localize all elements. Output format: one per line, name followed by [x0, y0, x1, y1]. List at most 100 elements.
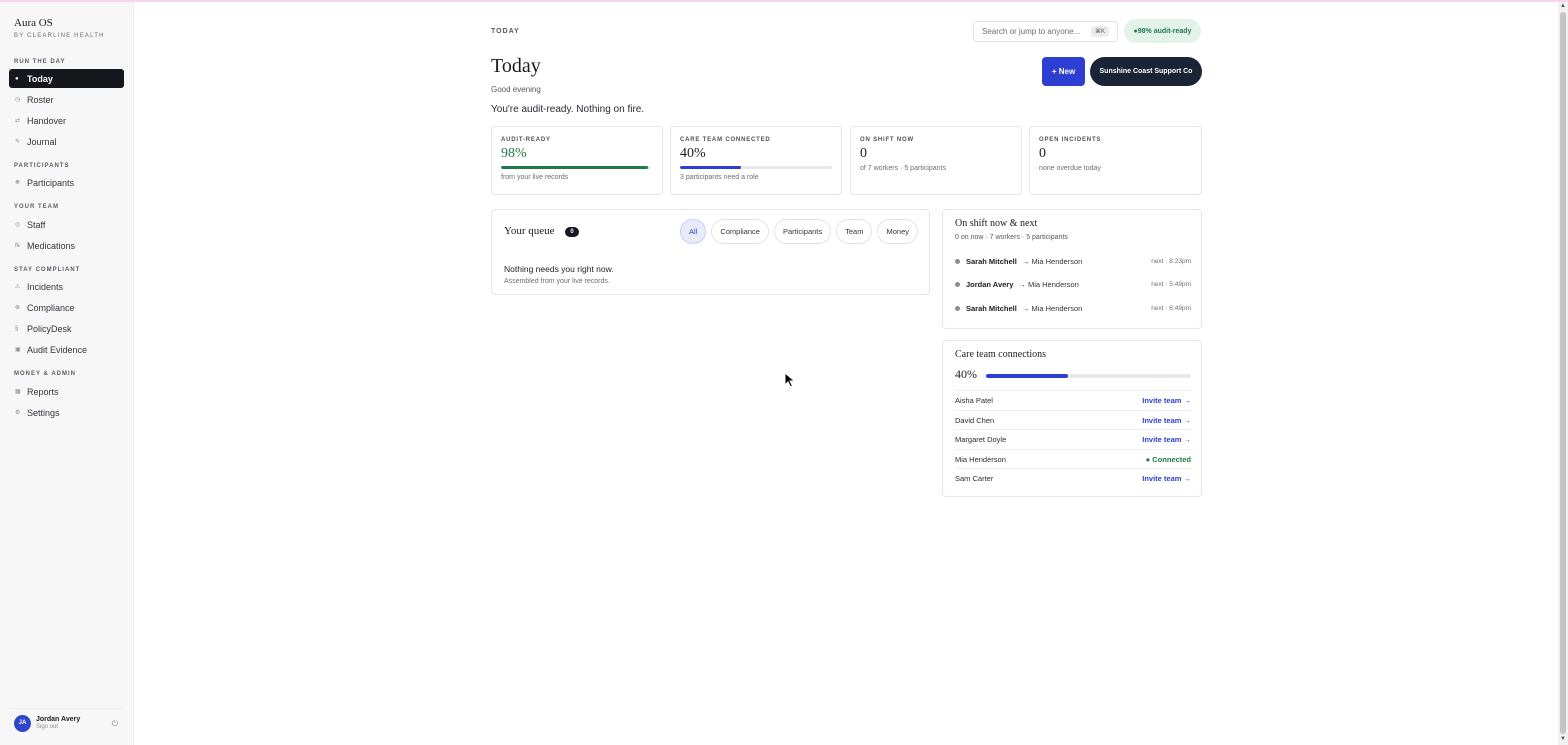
shift-worker: Sarah Mitchell	[966, 256, 1017, 266]
sidebar-item-roster[interactable]: ◷ Roster	[9, 90, 124, 109]
shift-row[interactable]: Sarah Mitchell → Mia Henderson next · 8:…	[955, 255, 1191, 267]
staff-icon: ◎	[15, 222, 21, 228]
status-dot-icon	[955, 258, 960, 264]
invite-team-link[interactable]: Invite team →	[1142, 396, 1191, 405]
filter-team[interactable]: Team	[836, 219, 873, 244]
stat-card-open-incidents: OPEN INCIDENTS 0 none overdue today	[1029, 126, 1202, 195]
stat-card-on-shift-now: ON SHIFT NOW 0 of 7 workers · 5 particip…	[850, 126, 1022, 195]
sidebar-item-label: Today	[27, 73, 53, 84]
progress-bar	[680, 166, 832, 169]
sidebar-item-label: Staff	[27, 219, 46, 230]
mouse-cursor-icon	[784, 372, 796, 388]
organization-switcher-button[interactable]: Sunshine Coast Support Co	[1090, 57, 1202, 86]
stat-note: none overdue today	[1039, 165, 1101, 172]
shift-worker: Jordan Avery	[966, 279, 1014, 289]
shift-worker: Sarah Mitchell	[966, 303, 1017, 313]
status-dot-icon	[955, 281, 960, 287]
filter-compliance[interactable]: Compliance	[711, 219, 769, 244]
shift-row[interactable]: Sarah Mitchell → Mia Henderson next · 6:…	[955, 302, 1191, 314]
search-placeholder: Search or jump to anyone...	[982, 27, 1081, 36]
care-team-row: Sam Carter Invite team →	[955, 468, 1191, 487]
invite-team-link[interactable]: Invite team →	[1142, 435, 1191, 444]
progress-fill	[680, 166, 741, 169]
policy-icon: §	[15, 325, 19, 332]
connected-status: ● Connected	[1145, 454, 1191, 464]
sidebar-item-compliance[interactable]: ⊗ Compliance	[9, 298, 124, 317]
stat-label: CARE TEAM CONNECTED	[680, 137, 771, 143]
nav-section-run-the-day: RUN THE DAY	[14, 59, 66, 65]
scroll-down-icon[interactable]: ▼	[1560, 736, 1566, 742]
dot-icon: ●	[15, 75, 19, 82]
sidebar-item-label: Settings	[27, 407, 60, 418]
progress-bar	[501, 166, 651, 169]
sidebar-item-incidents[interactable]: ⚠ Incidents	[9, 277, 124, 296]
breadcrumb: TODAY	[491, 28, 520, 35]
queue-filters: All Compliance Participants Team Money	[680, 219, 918, 244]
sidebar-item-reports[interactable]: ▦ Reports	[9, 382, 124, 401]
compliance-icon: ⊗	[15, 305, 21, 311]
gear-icon: ⚙	[15, 410, 21, 416]
sidebar-item-medications[interactable]: ℞ Medications	[9, 236, 124, 255]
scroll-up-icon[interactable]: ▲	[1560, 3, 1566, 9]
new-button[interactable]: + New	[1042, 57, 1085, 86]
care-team-progress-bar	[986, 374, 1191, 378]
sidebar-item-label: PolicyDesk	[27, 323, 72, 334]
sidebar-item-audit-evidence[interactable]: ▣ Audit Evidence	[9, 340, 124, 359]
queue-title: Your queue	[504, 225, 555, 237]
care-team-percent: 40%	[955, 367, 977, 381]
user-menu[interactable]: JA Jordan Avery Sign out ⏻	[9, 708, 124, 737]
sidebar-item-today[interactable]: ● Today	[9, 69, 124, 88]
sidebar-item-label: Handover	[27, 115, 67, 126]
stat-label: AUDIT-READY	[501, 137, 551, 143]
participant-name: David Chen	[955, 415, 995, 425]
scrollbar-thumb[interactable]	[1560, 12, 1566, 734]
stat-note: 3 participants need a role	[680, 174, 759, 181]
filter-money[interactable]: Money	[877, 219, 918, 244]
brand-subtitle: BY CLEARLINE HEALTH	[14, 33, 105, 39]
search-input[interactable]: Search or jump to anyone... ⌘K	[973, 21, 1118, 42]
stat-label: OPEN INCIDENTS	[1039, 137, 1102, 143]
sidebar-item-policydesk[interactable]: § PolicyDesk	[9, 319, 124, 338]
invite-team-link[interactable]: Invite team →	[1142, 474, 1191, 483]
on-shift-subtitle: 0 on now · 7 workers · 5 participants	[955, 234, 1068, 241]
filter-participants[interactable]: Participants	[773, 219, 832, 244]
on-shift-card: On shift now & next 0 on now · 7 workers…	[942, 209, 1202, 329]
nav-section-money-admin: MONEY & ADMIN	[14, 371, 77, 377]
nav-section-your-team: YOUR TEAM	[14, 204, 59, 210]
stat-label: ON SHIFT NOW	[860, 137, 914, 143]
sign-out-link[interactable]: Sign out	[36, 724, 80, 730]
progress-fill	[501, 166, 648, 169]
sidebar-item-label: Roster	[27, 94, 54, 105]
shift-next-time: next · 6:49pm	[1151, 304, 1191, 312]
stat-card-care-team-connected: CARE TEAM CONNECTED 40% 3 participants n…	[670, 126, 842, 195]
sidebar-item-label: Incidents	[27, 281, 64, 292]
sidebar-item-journal[interactable]: ✎ Journal	[9, 132, 124, 151]
stat-card-audit-ready: AUDIT-READY 98% from your live records	[491, 126, 663, 195]
nav-section-stay-compliant: STAY COMPLIANT	[14, 267, 81, 273]
sidebar-item-settings[interactable]: ⚙ Settings	[9, 403, 124, 422]
power-icon[interactable]: ⏻	[112, 719, 118, 729]
evidence-icon: ▣	[15, 347, 21, 353]
reports-icon: ▦	[15, 389, 21, 395]
shift-row[interactable]: Jordan Avery → Mia Henderson next · 5:49…	[955, 278, 1191, 290]
sidebar-item-label: Medications	[27, 240, 76, 251]
swap-icon: ⇄	[15, 118, 21, 124]
invite-team-link[interactable]: Invite team →	[1142, 416, 1191, 425]
stat-note: from your live records	[501, 174, 569, 181]
sidebar-item-handover[interactable]: ⇄ Handover	[9, 111, 124, 130]
sidebar-item-participants[interactable]: ❋ Participants	[9, 173, 124, 192]
stat-value: 0	[860, 146, 867, 161]
vertical-scrollbar[interactable]: ▲ ▼	[1558, 2, 1568, 745]
care-team-title: Care team connections	[955, 349, 1047, 360]
pencil-icon: ✎	[15, 139, 21, 145]
clock-icon: ◷	[15, 97, 21, 103]
brand-name: Aura OS	[14, 17, 53, 29]
care-team-card: Care team connections 40% Aisha Patel In…	[942, 340, 1202, 497]
sidebar-item-label: Journal	[27, 136, 57, 147]
queue-empty-message: Nothing needs you right now.	[504, 264, 614, 274]
filter-all[interactable]: All	[680, 219, 707, 244]
queue-count-badge: 0	[565, 227, 579, 237]
care-team-row: Margaret Doyle Invite team →	[955, 429, 1191, 448]
sidebar-item-label: Participants	[27, 177, 75, 188]
sidebar-item-staff[interactable]: ◎ Staff	[9, 215, 124, 234]
